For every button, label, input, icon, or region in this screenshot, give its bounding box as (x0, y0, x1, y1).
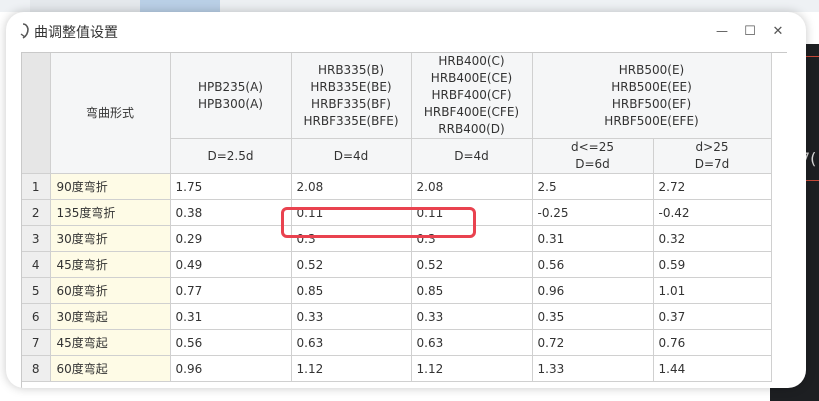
row-number[interactable]: 3 (22, 225, 51, 252)
row-number[interactable]: 7 (22, 329, 51, 356)
background-tab (30, 0, 140, 12)
value-cell[interactable]: 0.33 (291, 303, 412, 330)
value-cell[interactable]: 0.31 (532, 225, 654, 252)
value-cell[interactable]: 1.01 (653, 277, 772, 304)
value-cell[interactable]: 0.72 (532, 329, 654, 356)
value-cell[interactable]: 1.75 (170, 173, 292, 200)
value-cell[interactable]: 1.12 (291, 355, 412, 382)
value-cell[interactable]: 0.63 (291, 329, 412, 356)
table-row: 2 135度弯折 0.38 0.11 0.11 -0.25 -0.42 (22, 199, 772, 226)
bend-type-cell: 90度弯折 (50, 173, 171, 200)
background-tab-active (140, 0, 220, 12)
table-row: 7 45度弯起 0.56 0.63 0.63 0.72 0.76 (22, 329, 772, 356)
maximize-icon: ☐ (744, 23, 756, 39)
app-icon (20, 23, 29, 39)
minimize-button[interactable]: — (711, 20, 733, 42)
value-cell[interactable]: 0.32 (653, 225, 772, 252)
header-bend-type: 弯曲形式 (50, 53, 171, 174)
table-row: 4 45度弯折 0.49 0.52 0.52 0.56 0.59 (22, 251, 772, 278)
header-group-hrb335: HRB335(B) HRB335E(BE) HRBF335(BF) HRBF33… (291, 53, 412, 139)
bend-type-cell: 60度弯起 (50, 355, 171, 382)
row-number[interactable]: 6 (22, 303, 51, 330)
value-cell[interactable]: -0.42 (653, 199, 772, 226)
value-cell[interactable]: -0.25 (532, 199, 654, 226)
row-number[interactable]: 1 (22, 173, 51, 200)
value-cell[interactable]: 2.5 (532, 173, 654, 200)
header-group-hpb: HPB235(A) HPB300(A) (170, 53, 292, 139)
row-number[interactable]: 8 (22, 355, 51, 382)
table-row: 5 60度弯折 0.77 0.85 0.85 0.96 1.01 (22, 277, 772, 304)
adjustment-table: 弯曲形式 HPB235(A) HPB300(A) HRB335(B) HRB33… (22, 53, 772, 382)
title-bar[interactable]: 曲调整值设置 — ☐ ✕ (6, 12, 806, 52)
table-row: 8 60度弯起 0.96 1.12 1.12 1.33 1.44 (22, 355, 772, 382)
header-group-hrb500: HRB500(E) HRB500E(EE) HRBF500(EF) HRBF50… (532, 53, 772, 139)
subheader-d6: d<=25 D=6d (532, 138, 654, 174)
value-cell[interactable]: 0.56 (170, 329, 292, 356)
value-cell[interactable]: 0.3 (411, 225, 533, 252)
value-cell[interactable]: 2.08 (411, 173, 533, 200)
value-cell[interactable]: 1.44 (653, 355, 772, 382)
value-cell[interactable]: 0.63 (411, 329, 533, 356)
value-cell[interactable]: 0.56 (532, 251, 654, 278)
value-cell[interactable]: 0.3 (291, 225, 412, 252)
value-cell[interactable]: 0.49 (170, 251, 292, 278)
subheader-d4-b: D=4d (411, 138, 533, 174)
minimize-icon: — (716, 24, 728, 38)
value-cell[interactable]: 0.52 (411, 251, 533, 278)
value-cell[interactable]: 0.35 (532, 303, 654, 330)
value-cell[interactable]: 0.96 (532, 277, 654, 304)
value-cell[interactable]: 0.31 (170, 303, 292, 330)
close-icon: ✕ (772, 23, 784, 39)
value-cell[interactable]: 0.52 (291, 251, 412, 278)
subheader-d25: D=2.5d (170, 138, 292, 174)
value-cell[interactable]: 0.96 (170, 355, 292, 382)
subheader-d7: d>25 D=7d (653, 138, 772, 174)
value-cell[interactable]: 2.72 (653, 173, 772, 200)
value-cell[interactable]: 2.08 (291, 173, 412, 200)
value-cell[interactable]: 1.33 (532, 355, 654, 382)
row-number[interactable]: 4 (22, 251, 51, 278)
adjustment-grid[interactable]: 弯曲形式 HPB235(A) HPB300(A) HRB335(B) HRB33… (21, 52, 787, 388)
row-number[interactable]: 2 (22, 199, 51, 226)
window-title: 曲调整值设置 (34, 25, 118, 41)
background-app-strip (0, 0, 819, 12)
subheader-d4-a: D=4d (291, 138, 412, 174)
bend-type-cell: 30度弯折 (50, 225, 171, 252)
header-group-hrb400: HRB400(C) HRB400E(CE) HRBF400(CF) HRBF40… (411, 53, 533, 139)
value-cell[interactable]: 0.37 (653, 303, 772, 330)
maximize-button[interactable]: ☐ (739, 20, 761, 42)
value-cell[interactable]: 0.85 (411, 277, 533, 304)
bend-type-cell: 45度弯折 (50, 251, 171, 278)
bend-type-cell: 135度弯折 (50, 199, 171, 226)
value-cell[interactable]: 0.85 (291, 277, 412, 304)
row-number[interactable]: 5 (22, 277, 51, 304)
bend-adjustment-dialog: 曲调整值设置 — ☐ ✕ 弯曲形式 HPB235(A) HPB300(A) HR… (6, 12, 806, 388)
value-cell[interactable]: 0.11 (411, 199, 533, 226)
table-row: 1 90度弯折 1.75 2.08 2.08 2.5 2.72 (22, 173, 772, 200)
value-cell[interactable]: 0.11 (291, 199, 412, 226)
grid-corner[interactable] (22, 53, 51, 174)
value-cell[interactable]: 1.12 (411, 355, 533, 382)
value-cell[interactable]: 0.59 (653, 251, 772, 278)
background-tab (220, 0, 470, 12)
table-row: 6 30度弯起 0.31 0.33 0.33 0.35 0.37 (22, 303, 772, 330)
bend-type-cell: 60度弯折 (50, 277, 171, 304)
bend-type-cell: 45度弯起 (50, 329, 171, 356)
table-row: 3 30度弯折 0.29 0.3 0.3 0.31 0.32 (22, 225, 772, 252)
value-cell[interactable]: 0.38 (170, 199, 292, 226)
value-cell[interactable]: 0.33 (411, 303, 533, 330)
value-cell[interactable]: 0.77 (170, 277, 292, 304)
close-button[interactable]: ✕ (767, 20, 789, 42)
value-cell[interactable]: 0.76 (653, 329, 772, 356)
value-cell[interactable]: 0.29 (170, 225, 292, 252)
bend-type-cell: 30度弯起 (50, 303, 171, 330)
